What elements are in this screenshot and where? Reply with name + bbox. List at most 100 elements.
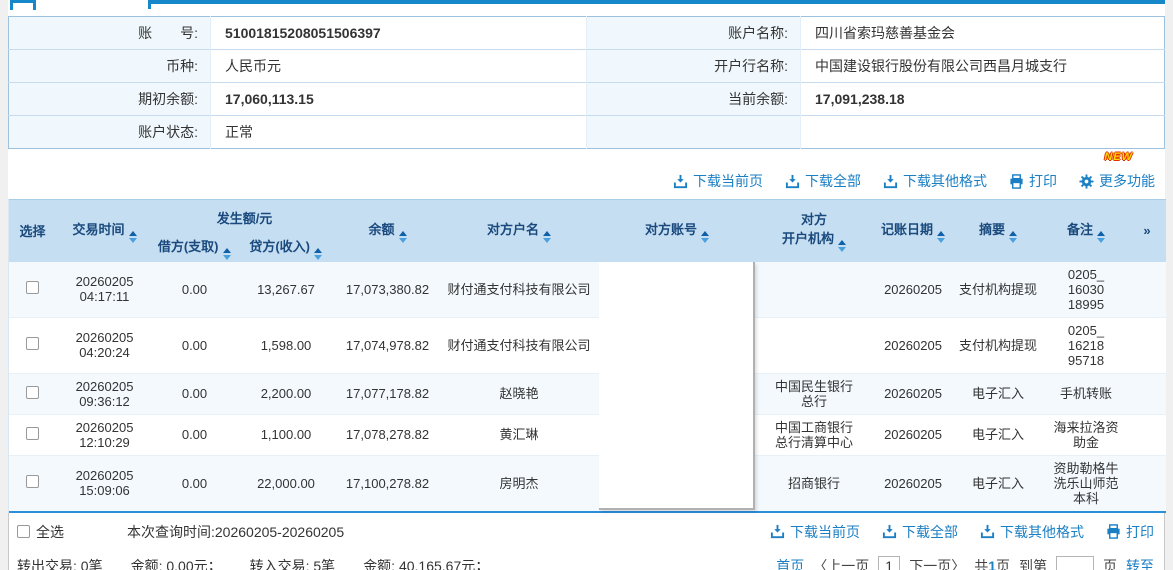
account-info-row: 币种: 人民币元 开户行名称: 中国建设银行股份有限公司西昌月城支行 — [9, 50, 1165, 83]
cell-counterparty-bank: 中国工商银行 总行清算中心 — [755, 414, 873, 455]
transaction-row: 20260205 04:17:11 0.00 13,267.67 17,073,… — [9, 262, 1166, 318]
redaction-overlay — [599, 262, 755, 510]
goto-page-button[interactable]: 转至 — [1126, 556, 1154, 570]
empty-value — [801, 116, 1165, 149]
cell-remark: 0205_ 16030 18995 — [1043, 262, 1129, 318]
account-info-row: 账户状态: 正常 — [9, 116, 1165, 149]
transaction-row: 20260205 04:20:24 0.00 1,598.00 17,074,9… — [9, 317, 1166, 373]
header-remark[interactable]: 备注 — [1043, 200, 1129, 262]
cell-credit: 13,267.67 — [236, 262, 336, 318]
total-pages-number: 1 — [988, 558, 996, 570]
header-counterparty-bank[interactable]: 对方 开户机构 — [755, 200, 873, 262]
transactions-table-wrap: 选择 交易时间 发生额/元 借方(支取) 贷方(收入) 余额 对方户名 对方账号 — [8, 199, 1165, 513]
cell-remark: 资助勒格牛 洗乐山师范 本科 — [1043, 455, 1129, 512]
header-counterparty-account[interactable]: 对方账号 — [599, 200, 755, 262]
account-status-value: 正常 — [211, 116, 587, 149]
header-summary[interactable]: 摘要 — [953, 200, 1043, 262]
cell-balance: 17,073,380.82 — [336, 262, 439, 318]
bank-branch-value: 中国建设银行股份有限公司西昌月城支行 — [801, 50, 1165, 83]
cell-time: 20260205 15:09:06 — [56, 455, 153, 512]
header-transaction-time[interactable]: 交易时间 — [56, 200, 153, 262]
row-checkbox[interactable] — [26, 386, 39, 399]
cell-counterparty-bank — [755, 317, 873, 373]
outgoing-count: 转出交易: 0笔 — [17, 556, 103, 570]
download-icon — [770, 524, 785, 539]
first-page-link[interactable]: 首页 — [776, 556, 804, 570]
gear-icon — [1079, 174, 1094, 189]
sort-icon — [1097, 231, 1105, 243]
sort-icon — [399, 231, 407, 243]
cell-debit: 0.00 — [153, 262, 236, 318]
download-all-link[interactable]: 下载全部 — [785, 171, 861, 191]
transaction-row: 20260205 12:10:29 0.00 1,100.00 17,078,2… — [9, 414, 1166, 455]
expand-columns-button[interactable]: » — [1129, 200, 1166, 262]
more-functions-link[interactable]: 更多功能 — [1079, 171, 1155, 191]
select-all-checkbox[interactable] — [17, 525, 30, 538]
download-other-format-link[interactable]: 下载其他格式 — [883, 171, 987, 191]
cell-debit: 0.00 — [153, 373, 236, 414]
cell-credit: 22,000.00 — [236, 455, 336, 512]
row-checkbox[interactable] — [26, 475, 39, 488]
row-checkbox[interactable] — [26, 281, 39, 294]
cell-counterparty: 赵晓艳 — [439, 373, 599, 414]
header-credit[interactable]: 贷方(收入) — [235, 236, 336, 260]
select-all-label: 全选 — [36, 522, 64, 542]
header-select: 选择 — [9, 200, 56, 262]
cell-date: 20260205 — [873, 317, 953, 373]
cell-balance: 17,078,278.82 — [336, 414, 439, 455]
print-link[interactable]: 打印 — [1106, 522, 1154, 542]
goto-page-unit: 页 — [1103, 556, 1117, 570]
cell-date: 20260205 — [873, 455, 953, 512]
download-current-page-link[interactable]: 下载当前页 — [770, 522, 860, 542]
footer: 全选 本次查询时间:20260205-20260205 下载当前页 下载全部 下… — [8, 513, 1165, 570]
transaction-row: 20260205 15:09:06 0.00 22,000.00 17,100,… — [9, 455, 1166, 512]
tab-fragment[interactable] — [10, 0, 36, 10]
opening-balance-label: 期初余额: — [9, 83, 211, 116]
sort-icon — [223, 248, 231, 260]
goto-page-input[interactable] — [1056, 556, 1094, 570]
header-debit[interactable]: 借方(支取) — [153, 236, 235, 260]
prev-page-button[interactable]: 〈上一页 — [813, 556, 869, 570]
total-pages-text: 共1页 — [974, 556, 1010, 570]
download-other-format-link[interactable]: 下载其他格式 — [980, 522, 1084, 542]
incoming-count: 转入交易: 5笔 — [250, 556, 336, 570]
cell-counterparty: 财付通支付科技有限公司 — [439, 262, 599, 318]
content-panel: 账 号: 51001815208051506397 账户名称: 四川省索玛慈善基… — [8, 0, 1165, 570]
cell-counterparty: 财付通支付科技有限公司 — [439, 317, 599, 373]
pagination: 首页 〈上一页 1 下一页〉 共1页 到第 页 转至 — [776, 556, 1154, 570]
account-info-row: 期初余额: 17,060,113.15 当前余额: 17,091,238.18 — [9, 83, 1165, 116]
tab-bar-underline — [148, 0, 1165, 4]
sort-icon — [543, 231, 551, 243]
header-posting-date[interactable]: 记账日期 — [873, 200, 953, 262]
table-header-row: 选择 交易时间 发生额/元 借方(支取) 贷方(收入) 余额 对方户名 对方账号 — [9, 200, 1166, 262]
row-checkbox[interactable] — [26, 337, 39, 350]
opening-balance-value: 17,060,113.15 — [211, 83, 587, 116]
download-icon — [785, 174, 800, 189]
sort-icon — [1009, 231, 1017, 243]
header-balance[interactable]: 余额 — [336, 200, 439, 262]
cell-remark: 海来拉洛资 助金 — [1043, 414, 1129, 455]
current-page-number: 1 — [878, 556, 900, 570]
incoming-amount: 金额: 40,165.67元； — [363, 556, 489, 570]
header-amount-group: 发生额/元 借方(支取) 贷方(收入) — [153, 200, 336, 262]
account-name-label: 账户名称: — [587, 17, 801, 50]
sort-icon — [314, 248, 322, 260]
tab-strip — [8, 0, 1165, 16]
cell-date: 20260205 — [873, 414, 953, 455]
header-counterparty-name[interactable]: 对方户名 — [439, 200, 599, 262]
next-page-button[interactable]: 下一页〉 — [909, 556, 965, 570]
print-link[interactable]: 打印 — [1009, 171, 1057, 191]
sort-icon — [701, 231, 709, 243]
account-number-label: 账 号: — [9, 17, 211, 50]
cell-date: 20260205 — [873, 262, 953, 318]
sort-icon — [937, 231, 945, 243]
download-all-link[interactable]: 下载全部 — [882, 522, 958, 542]
cell-counterparty: 黄汇琳 — [439, 414, 599, 455]
row-checkbox[interactable] — [26, 427, 39, 440]
download-current-page-link[interactable]: 下载当前页 — [673, 171, 763, 191]
cell-summary: 电子汇入 — [953, 455, 1043, 512]
cell-debit: 0.00 — [153, 455, 236, 512]
cell-remark: 0205_ 16218 95718 — [1043, 317, 1129, 373]
cell-credit: 1,100.00 — [236, 414, 336, 455]
account-status-label: 账户状态: — [9, 116, 211, 149]
